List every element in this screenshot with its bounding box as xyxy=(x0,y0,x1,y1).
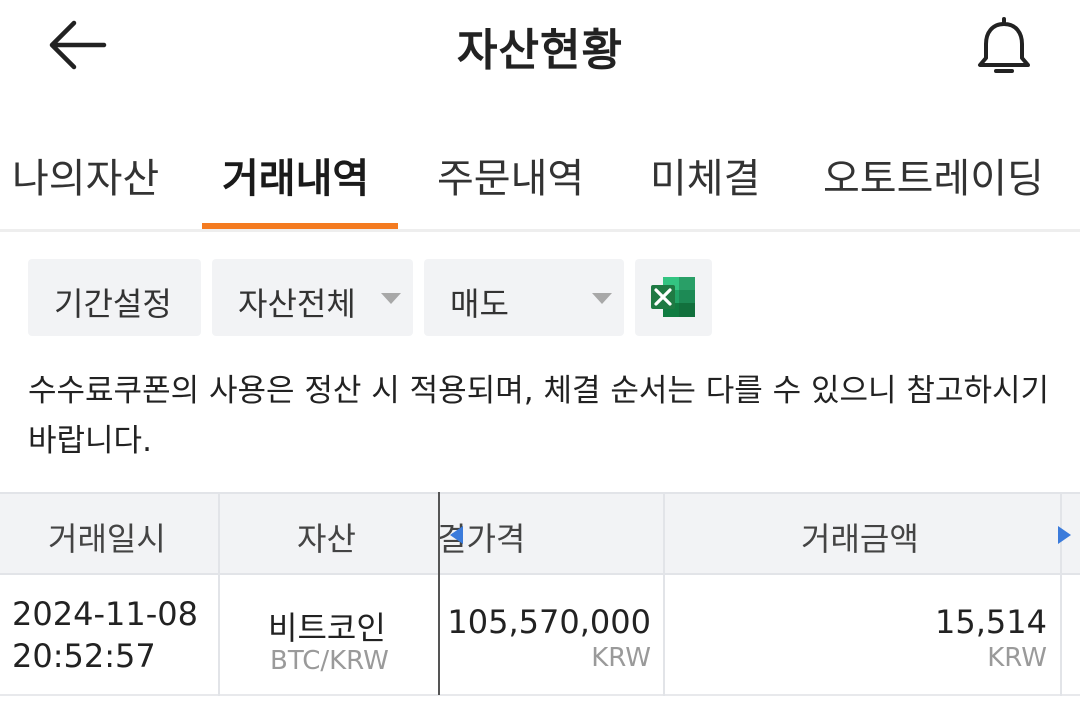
asset-pair: BTC/KRW xyxy=(270,646,389,676)
table-header: 거래일시 자산 결가격 거래금액 xyxy=(0,492,1080,577)
column-divider xyxy=(1060,575,1062,696)
column-divider xyxy=(663,494,665,577)
asset-name: 비트코인 xyxy=(268,609,386,647)
period-setting-button[interactable]: 기간설정 xyxy=(28,259,201,336)
column-header-asset: 자산 xyxy=(297,520,356,558)
tab-unfilled[interactable]: 미체결 xyxy=(650,146,760,204)
trade-amount-unit: KRW xyxy=(987,643,1047,673)
trade-type-select[interactable]: 매도 xyxy=(424,259,624,336)
trade-date: 2024-11-08 xyxy=(12,595,198,633)
active-tab-indicator xyxy=(202,223,398,229)
column-divider xyxy=(663,575,665,696)
scroll-right-icon[interactable] xyxy=(1058,526,1071,544)
chevron-down-icon xyxy=(592,293,612,304)
asset-select-value: 자산전체 xyxy=(238,285,356,323)
app-header: 자산현황 xyxy=(0,0,1080,92)
chevron-down-icon xyxy=(381,293,401,304)
period-setting-label: 기간설정 xyxy=(54,285,172,323)
tab-auto-trading[interactable]: 오토트레이딩 xyxy=(823,146,1044,204)
tab-trade-history[interactable]: 거래내역 xyxy=(222,146,369,204)
trade-type-select-value: 매도 xyxy=(450,285,509,323)
scroll-left-icon[interactable] xyxy=(450,526,463,544)
tab-bar: 나의자산 거래내역 주문내역 미체결 오토트레이딩 xyxy=(0,126,1080,232)
tab-order-history[interactable]: 주문내역 xyxy=(437,146,584,204)
excel-export-button[interactable] xyxy=(635,259,712,336)
table-row[interactable]: 2024-11-08 20:52:57 비트코인 BTC/KRW 105,570… xyxy=(0,575,1080,696)
asset-select[interactable]: 자산전체 xyxy=(212,259,413,336)
column-divider xyxy=(218,575,220,696)
sticky-column-divider xyxy=(438,492,440,695)
bell-icon xyxy=(978,17,1030,73)
column-header-datetime: 거래일시 xyxy=(48,520,166,558)
trade-price: 105,570,000 xyxy=(447,603,651,641)
excel-icon xyxy=(651,277,695,317)
column-header-amount: 거래금액 xyxy=(801,520,919,558)
page-title: 자산현황 xyxy=(457,25,623,76)
trade-amount: 15,514 xyxy=(935,603,1047,641)
column-divider xyxy=(218,494,220,577)
fee-coupon-notice: 수수료쿠폰의 사용은 정산 시 적용되며, 체결 순서는 다를 수 있으니 참고… xyxy=(28,373,1050,459)
notification-button[interactable] xyxy=(972,12,1036,78)
tab-my-assets[interactable]: 나의자산 xyxy=(12,146,159,204)
trade-price-unit: KRW xyxy=(591,643,651,673)
trade-time: 20:52:57 xyxy=(12,637,156,675)
